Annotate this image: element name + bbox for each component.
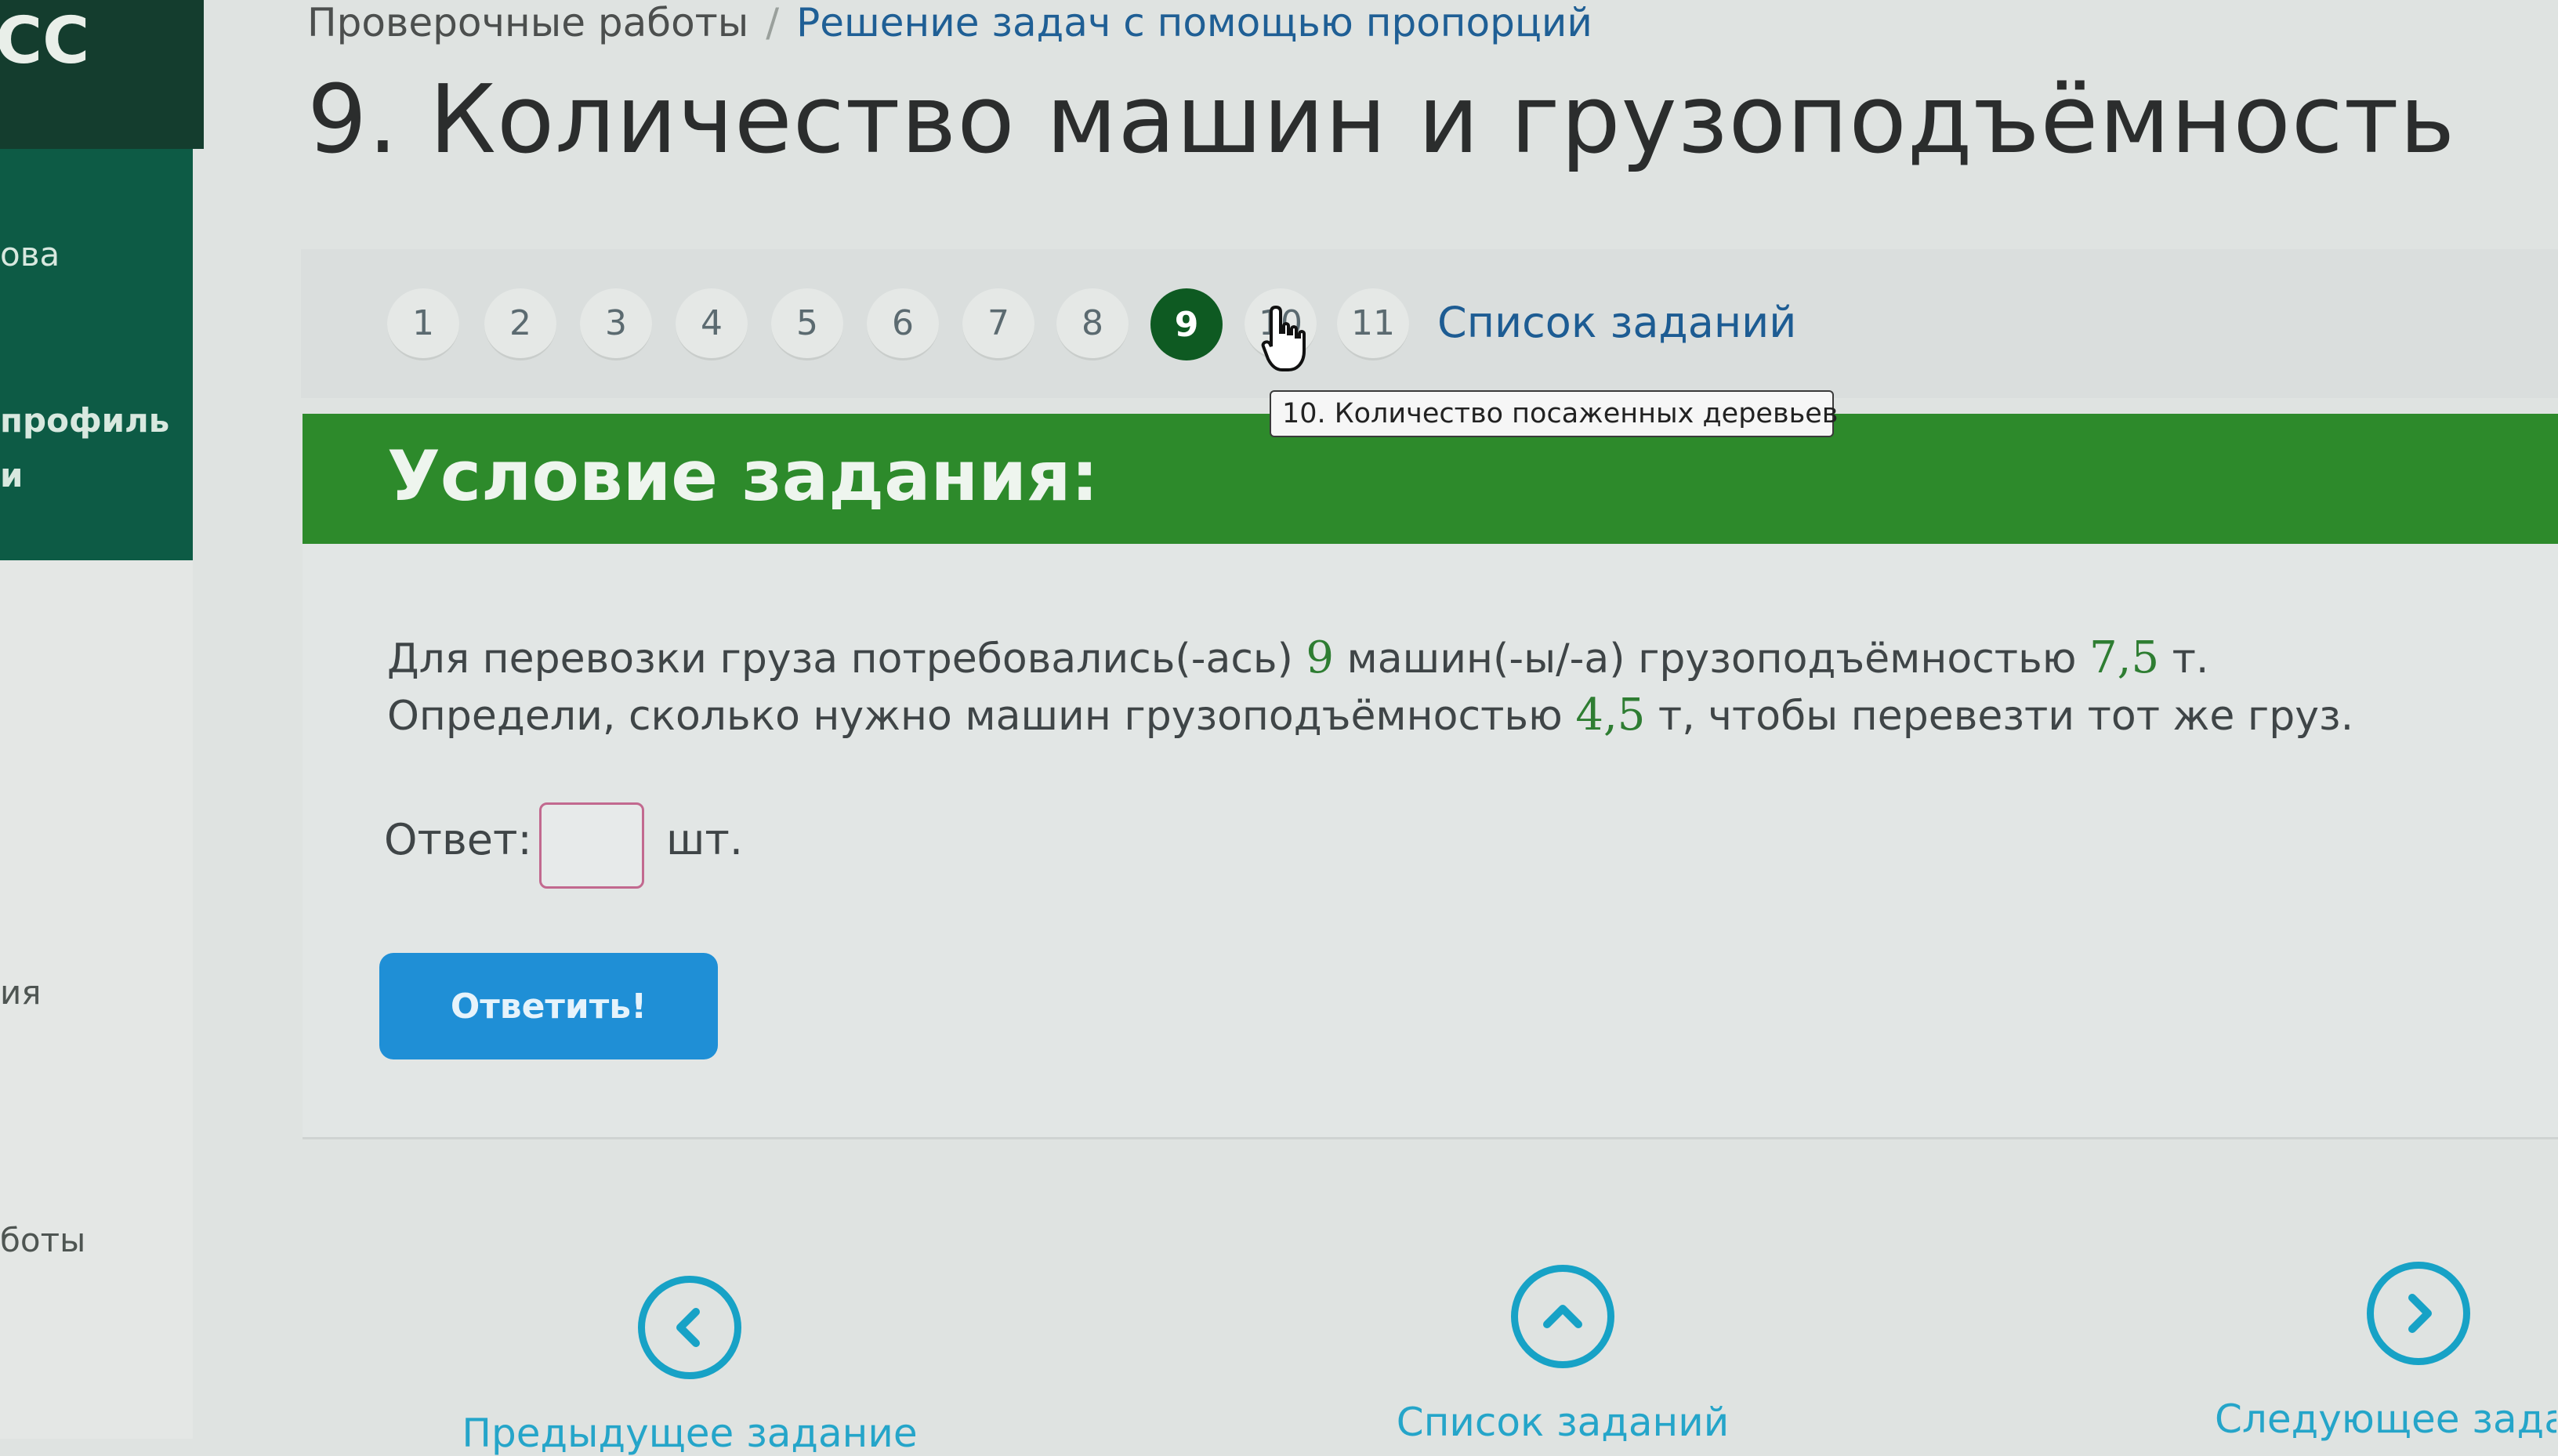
prev-task-nav[interactable]: Предыдущее задание [439,1276,940,1456]
task-number-11[interactable]: 11 [1337,288,1409,360]
task-body: Для перевозки груза потребовались(-ась) … [303,544,2558,1139]
task-number-value: 7,5 [2089,632,2160,683]
answer-input[interactable] [539,802,644,889]
task-statement: Для перевозки груза потребовались(-ась) … [387,630,2353,744]
sidebar-header: СС [0,0,204,149]
sidebar: СС ова профиль и ия боты [0,0,204,1439]
sidebar-item-4[interactable]: ия [0,973,42,1012]
task-text-part: Для перевозки груза потребовались(-ась) [387,636,1306,683]
breadcrumb-parent[interactable]: Проверочные работы [307,0,748,45]
condition-title: Условие задания: [387,436,1099,516]
task-text-part: т, чтобы перевезти тот же груз. [1645,693,2354,740]
breadcrumb-separator: / [766,0,780,45]
breadcrumb: Проверочные работы / Решение задач с помощ… [307,0,1592,45]
task-number-6[interactable]: 6 [867,288,939,360]
task-number-9-active[interactable]: 9 [1150,288,1223,360]
task-number-value: 4,5 [1575,690,1646,741]
task-number-3[interactable]: 3 [580,288,652,360]
task-line-2: Определи, сколько нужно машин грузоподъё… [387,687,2353,744]
task-number-1[interactable]: 1 [387,288,459,360]
task-number-7[interactable]: 7 [962,288,1034,360]
task-number-nav: 1 2 3 4 5 6 7 8 9 10 11 Список заданий [301,249,2558,398]
chevron-up-icon[interactable] [1511,1265,1614,1368]
task-text-part: т. [2159,636,2209,683]
page-title: 9. Количество машин и грузоподъёмность [307,66,2456,175]
hand-cursor-icon [1261,305,1306,371]
task-number-value: 9 [1306,632,1335,683]
task-line-1: Для перевозки груза потребовались(-ась) … [387,630,2353,687]
breadcrumb-current[interactable]: Решение задач с помощью пропорций [796,0,1592,45]
task-number-4[interactable]: 4 [676,288,748,360]
logo[interactable]: СС [0,9,89,74]
task-text-part: машин(-ы/-а) грузоподъёмностью [1334,636,2090,683]
answer-unit: шт. [666,815,744,864]
chevron-right-icon[interactable] [2367,1262,2470,1365]
task-number-5[interactable]: 5 [771,288,843,360]
answer-label: Ответ: [384,815,532,864]
sidebar-item-profile[interactable]: профиль [0,401,169,440]
sidebar-item-3[interactable]: и [0,456,23,494]
task-list-link[interactable]: Список заданий [1437,298,1796,347]
task-number-2[interactable]: 2 [484,288,556,360]
task-text-part: Определи, сколько нужно машин грузоподъё… [387,693,1576,740]
chevron-left-icon[interactable] [638,1276,741,1379]
task-list-nav[interactable]: Список заданий [1312,1265,1813,1445]
next-task-label[interactable]: Следующее задание [2215,1396,2556,1442]
sidebar-item-works[interactable]: боты [0,1221,85,1259]
sidebar-menu: ова профиль и [0,149,193,560]
prev-task-label[interactable]: Предыдущее задание [439,1411,940,1456]
task-tooltip: 10. Количество посаженных деревьев [1270,390,1838,437]
sidebar-item-1[interactable]: ова [0,235,60,273]
next-task-nav[interactable]: Следующее задание [2215,1262,2556,1442]
task-number-8[interactable]: 8 [1056,288,1129,360]
submit-answer-button[interactable]: Ответить! [379,953,718,1059]
task-list-label[interactable]: Список заданий [1312,1400,1813,1445]
